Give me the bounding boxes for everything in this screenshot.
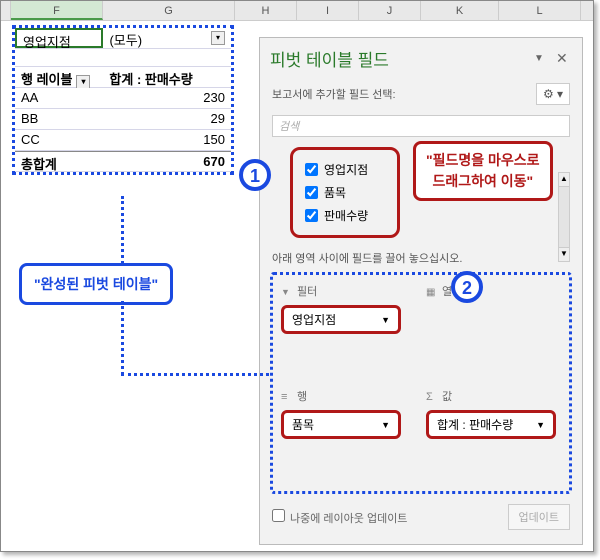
field-item[interactable]: 영업지점	[305, 158, 385, 181]
pivot-table: 영업지점 (모두) ▾ 행 레이블 ▾ 합계 : 판매수량 AA 230 BB 2…	[12, 25, 234, 175]
scroll-up-icon[interactable]: ▲	[559, 173, 569, 187]
defer-layout-checkbox[interactable]: 나중에 레이아웃 업데이트	[272, 509, 407, 526]
total-value[interactable]: 670	[103, 151, 231, 171]
table-cell[interactable]: 150	[103, 130, 231, 150]
field-label: 판매수량	[324, 207, 368, 224]
chevron-down-icon[interactable]: ▼	[381, 315, 390, 325]
columns-icon	[426, 286, 438, 296]
table-cell[interactable]: 29	[103, 109, 231, 129]
filter-pill[interactable]: 영업지점 ▼	[281, 305, 401, 334]
field-item[interactable]: 판매수량	[305, 204, 385, 227]
field-item[interactable]: 품목	[305, 181, 385, 204]
row-labels-text: 행 레이블	[21, 72, 72, 87]
update-button[interactable]: 업데이트	[508, 504, 570, 530]
area-instruction: 아래 영역 사이에 필드를 끌어 놓으십시오.	[260, 242, 582, 270]
col-header-j[interactable]: J	[359, 1, 421, 20]
columns-area[interactable]: 열	[426, 283, 561, 378]
col-header-l[interactable]: L	[499, 1, 581, 20]
minimize-icon[interactable]: ▼	[534, 53, 550, 64]
callout-drag-fields: "필드명을 마우스로 드래그하여 이동"	[413, 141, 553, 201]
total-label[interactable]: 총합계	[15, 151, 103, 171]
field-label: 품목	[324, 184, 346, 201]
area-title-label: 값	[442, 388, 452, 404]
values-area[interactable]: 값 합계 : 판매수량 ▼	[426, 388, 561, 483]
callout-completed-pivot: "완성된 피벗 테이블"	[19, 263, 173, 305]
sigma-icon	[426, 391, 438, 401]
connector-line	[121, 301, 124, 375]
field-checkbox[interactable]	[305, 209, 318, 222]
blank-cell[interactable]	[15, 49, 103, 66]
col-header-e[interactable]	[1, 1, 11, 20]
values-pill[interactable]: 합계 : 판매수량 ▼	[426, 410, 556, 439]
row-labels-header[interactable]: 행 레이블 ▾	[15, 67, 103, 87]
value-header[interactable]: 합계 : 판매수량	[103, 67, 231, 87]
pivot-filter-value: (모두)	[109, 33, 142, 48]
blank-cell[interactable]	[103, 49, 231, 66]
panel-title: 피벗 테이블 필드	[270, 46, 534, 71]
panel-subtitle: 보고서에 추가할 필드 선택:	[272, 86, 396, 102]
scroll-down-icon[interactable]: ▼	[559, 247, 569, 261]
table-cell[interactable]: 230	[103, 88, 231, 108]
defer-checkbox[interactable]	[272, 509, 285, 522]
row-dropdown-icon[interactable]: ▾	[76, 75, 90, 89]
connector-line	[121, 196, 124, 264]
search-input[interactable]: 검색	[272, 115, 570, 137]
close-icon[interactable]: ✕	[556, 50, 572, 67]
field-label: 영업지점	[324, 161, 368, 178]
filter-icon	[281, 286, 293, 296]
rows-icon	[281, 391, 293, 401]
pill-label: 영업지점	[292, 311, 336, 328]
col-header-i[interactable]: I	[297, 1, 359, 20]
rows-pill[interactable]: 품목 ▼	[281, 410, 401, 439]
filter-dropdown-icon[interactable]: ▾	[211, 31, 225, 45]
pivot-filter-field-cell[interactable]: 영업지점	[15, 28, 103, 48]
step-one-badge: 1	[239, 159, 271, 191]
drop-areas: 필터 영업지점 ▼ 열 행 품목 ▼ 값 합계 : 판매수량	[270, 272, 572, 494]
connector-line	[121, 373, 269, 376]
scrollbar[interactable]: ▲ ▼	[558, 172, 570, 262]
gear-button[interactable]: ⚙ ▾	[536, 83, 570, 105]
area-title-label: 행	[297, 388, 307, 404]
table-row[interactable]: CC	[15, 130, 103, 150]
field-checkbox[interactable]	[305, 186, 318, 199]
pivot-filter-value-cell[interactable]: (모두) ▾	[103, 28, 231, 48]
field-checkbox[interactable]	[305, 163, 318, 176]
col-header-g[interactable]: G	[103, 1, 235, 20]
area-title-label: 필터	[297, 283, 317, 299]
pill-label: 품목	[292, 416, 314, 433]
col-header-f[interactable]: F	[11, 1, 103, 20]
pivot-field-panel: 피벗 테이블 필드 ▼ ✕ 보고서에 추가할 필드 선택: ⚙ ▾ 검색 영업지…	[259, 37, 583, 545]
filter-area[interactable]: 필터 영업지점 ▼	[281, 283, 416, 378]
col-header-k[interactable]: K	[421, 1, 499, 20]
table-row[interactable]: BB	[15, 109, 103, 129]
table-row[interactable]: AA	[15, 88, 103, 108]
rows-area[interactable]: 행 품목 ▼	[281, 388, 416, 483]
pill-label: 합계 : 판매수량	[437, 416, 513, 433]
chevron-down-icon[interactable]: ▼	[381, 420, 390, 430]
chevron-down-icon[interactable]: ▼	[536, 420, 545, 430]
defer-label: 나중에 레이아웃 업데이트	[290, 513, 407, 525]
col-header-h[interactable]: H	[235, 1, 297, 20]
step-two-badge: 2	[451, 271, 483, 303]
column-headers: F G H I J K L	[1, 1, 593, 21]
field-checklist: 영업지점 품목 판매수량	[290, 147, 400, 238]
